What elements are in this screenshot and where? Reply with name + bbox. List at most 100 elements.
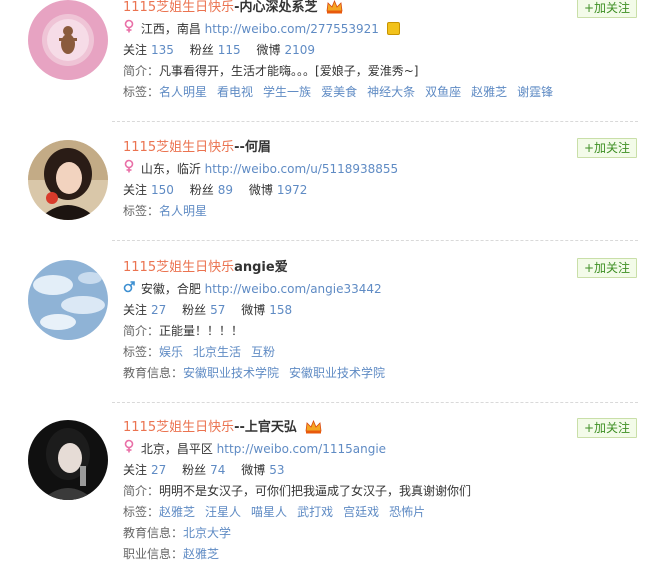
follow-button[interactable]: +加关注 <box>577 138 637 158</box>
male-icon <box>123 279 137 300</box>
user-name[interactable]: 1115芝姐生日快乐--上官天弘 <box>123 418 563 438</box>
verified-badge-icon[interactable] <box>386 22 400 35</box>
tag[interactable]: 赵雅芝 <box>471 85 507 99</box>
name-suffix[interactable]: --上官天弘 <box>234 420 297 435</box>
location: 山东，临沂 <box>140 162 201 176</box>
tag[interactable]: 北京生活 <box>193 345 241 359</box>
tag[interactable]: 神经大条 <box>367 85 415 99</box>
fans-count[interactable]: 57 <box>210 303 225 317</box>
follow-button[interactable]: +加关注 <box>577 418 637 438</box>
intro-line: 简介：凡事看得开，生活才能嗨。。。[爱娘子，爱淮秀~] <box>123 61 563 82</box>
job-company[interactable]: 赵雅芝 <box>183 547 219 561</box>
tag[interactable]: 武打戏 <box>297 505 333 519</box>
follow-label: 关注 <box>123 303 148 317</box>
name-prefix[interactable]: 1115芝姐生日快乐 <box>123 140 234 155</box>
weibo-count[interactable]: 158 <box>269 303 292 317</box>
tags-line: 标签：娱乐 北京生活 互粉 <box>123 342 563 363</box>
location-line: 北京，昌平区 http://weibo.com/1115angie <box>123 439 563 460</box>
follow-count[interactable]: 135 <box>151 43 174 57</box>
name-prefix[interactable]: 1115芝姐生日快乐 <box>123 420 234 435</box>
tags-label: 标签： <box>123 505 160 519</box>
name-prefix[interactable]: 1115芝姐生日快乐 <box>123 260 234 275</box>
weibo-count[interactable]: 53 <box>269 463 284 477</box>
stats-line: 关注 150 粉丝 89 微博 1972 <box>123 180 563 201</box>
location-line: 安徽，合肥 http://weibo.com/angie33442 <box>123 279 563 300</box>
fans-count[interactable]: 74 <box>210 463 225 477</box>
divider <box>112 121 638 122</box>
tag[interactable]: 爱美食 <box>321 85 357 99</box>
user-name[interactable]: 1115芝姐生日快乐-内心深处系芝 <box>123 0 563 18</box>
weibo-label: 微博 <box>256 43 281 57</box>
tag[interactable]: 双鱼座 <box>425 85 461 99</box>
weibo-count[interactable]: 1972 <box>277 183 308 197</box>
fans-count[interactable]: 89 <box>218 183 233 197</box>
tag[interactable]: 看电视 <box>217 85 253 99</box>
follow-button[interactable]: +加关注 <box>577 0 637 18</box>
edu-label: 教育信息： <box>123 526 184 540</box>
tag[interactable]: 名人明星 <box>159 204 207 218</box>
profile-url[interactable]: http://weibo.com/1115angie <box>217 442 386 456</box>
name-suffix[interactable]: -内心深处系芝 <box>234 0 317 15</box>
female-icon <box>123 19 137 40</box>
location: 安徽，合肥 <box>140 282 201 296</box>
avatar[interactable] <box>28 260 108 340</box>
intro-label: 简介： <box>123 64 160 78</box>
tag[interactable]: 娱乐 <box>159 345 183 359</box>
profile-url[interactable]: http://weibo.com/u/5118938855 <box>205 162 399 176</box>
avatar[interactable] <box>28 140 108 220</box>
intro-text: 明明不是女汉子，可你们把我逼成了女汉子，我真谢谢你们 <box>159 484 472 498</box>
vip-crown-icon[interactable] <box>326 0 343 14</box>
divider <box>112 240 638 241</box>
tags-label: 标签： <box>123 345 160 359</box>
tag[interactable]: 谢霆锋 <box>517 85 553 99</box>
avatar[interactable] <box>28 0 108 80</box>
edu-line: 教育信息：北京大学 <box>123 523 563 544</box>
tag[interactable]: 宫廷戏 <box>343 505 379 519</box>
edu-school[interactable]: 北京大学 <box>183 526 231 540</box>
tags-label: 标签： <box>123 204 160 218</box>
fans-count[interactable]: 115 <box>218 43 241 57</box>
user-name[interactable]: 1115芝姐生日快乐angie爱 <box>123 258 563 278</box>
follow-label: 关注 <box>123 43 148 57</box>
tag[interactable]: 名人明星 <box>159 85 207 99</box>
weibo-count[interactable]: 2109 <box>285 43 316 57</box>
female-icon <box>123 439 137 460</box>
follow-button[interactable]: +加关注 <box>577 258 637 278</box>
user-name[interactable]: 1115芝姐生日快乐--何眉 <box>123 138 563 158</box>
intro-text: 凡事看得开，生活才能嗨。。。[爱娘子，爱淮秀~] <box>159 64 419 78</box>
vip-crown-icon[interactable] <box>305 419 322 434</box>
edu-school[interactable]: 安徽职业技术学院 <box>183 366 279 380</box>
weibo-label: 微博 <box>241 463 266 477</box>
profile-url[interactable]: http://weibo.com/277553921 <box>205 22 379 36</box>
follow-count[interactable]: 150 <box>151 183 174 197</box>
tag[interactable]: 互粉 <box>251 345 275 359</box>
divider <box>112 402 638 403</box>
follow-count[interactable]: 27 <box>151 463 166 477</box>
location: 江西，南昌 <box>140 22 201 36</box>
edu-school[interactable]: 安徽职业技术学院 <box>289 366 385 380</box>
edu-label: 教育信息： <box>123 366 184 380</box>
tag[interactable]: 学生一族 <box>263 85 311 99</box>
tag[interactable]: 恐怖片 <box>389 505 425 519</box>
weibo-label: 微博 <box>241 303 266 317</box>
name-suffix[interactable]: angie爱 <box>234 260 288 275</box>
user-info: 1115芝姐生日快乐-内心深处系芝 江西，南昌 http://weibo.com… <box>123 0 563 103</box>
avatar[interactable] <box>28 420 108 500</box>
tag[interactable]: 喵星人 <box>251 505 287 519</box>
tag[interactable]: 赵雅芝 <box>159 505 195 519</box>
name-prefix[interactable]: 1115芝姐生日快乐 <box>123 0 234 15</box>
tag[interactable]: 汪星人 <box>205 505 241 519</box>
location-line: 江西，南昌 http://weibo.com/277553921 <box>123 19 563 40</box>
fans-label: 粉丝 <box>182 303 207 317</box>
stats-line: 关注 135 粉丝 115 微博 2109 <box>123 40 563 61</box>
intro-label: 简介： <box>123 484 160 498</box>
tags-label: 标签： <box>123 85 160 99</box>
follow-count[interactable]: 27 <box>151 303 166 317</box>
intro-line: 简介：正能量！！！！ <box>123 321 563 342</box>
tags-line: 标签：名人明星 <box>123 201 563 222</box>
stats-line: 关注 27 粉丝 57 微博 158 <box>123 300 563 321</box>
intro-label: 简介： <box>123 324 160 338</box>
name-suffix[interactable]: --何眉 <box>234 140 271 155</box>
profile-url[interactable]: http://weibo.com/angie33442 <box>205 282 382 296</box>
follow-label: 关注 <box>123 183 148 197</box>
